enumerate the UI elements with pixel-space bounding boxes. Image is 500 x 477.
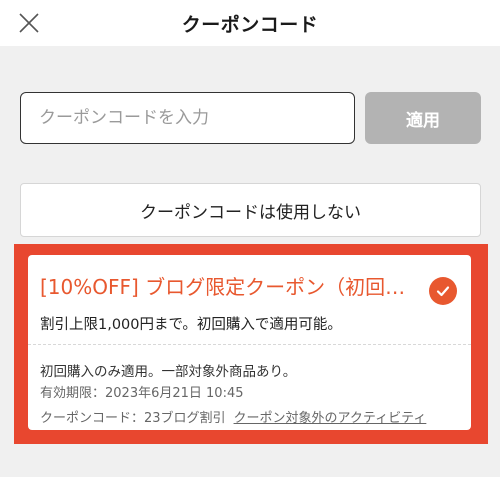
coupon-card-header: [10%OFF] ブログ限定クーポン（初回購入のみ） 割引上限1,000円まで。… — [28, 255, 471, 345]
coupon-code-input[interactable] — [20, 92, 355, 144]
coupon-code-row: クーポンコード：23ブログ割引 クーポン対象外のアクティビティ — [40, 407, 426, 426]
no-coupon-button[interactable]: クーポンコードは使用しない — [20, 183, 481, 237]
close-icon — [19, 13, 39, 33]
close-button[interactable] — [12, 6, 46, 40]
coupon-card[interactable]: [10%OFF] ブログ限定クーポン（初回購入のみ） 割引上限1,000円まで。… — [28, 255, 471, 430]
header-bar: クーポンコード — [0, 0, 500, 46]
coupon-summary: 割引上限1,000円まで。初回購入で適用可能。 — [40, 317, 342, 333]
page-title: クーポンコード — [181, 13, 319, 36]
check-circle-icon[interactable] — [429, 277, 457, 305]
coupon-name: [10%OFF] ブログ限定クーポン（初回購入のみ） — [40, 275, 420, 299]
excluded-activities-link[interactable]: クーポン対象外のアクティビティ — [234, 407, 427, 426]
check-mark-icon — [436, 286, 450, 297]
coupon-note: 初回購入のみ適用。一部対象外商品あり。 — [40, 364, 297, 380]
coupon-code-text: クーポンコード：23ブログ割引 — [40, 411, 226, 426]
apply-button[interactable]: 適用 — [365, 92, 481, 144]
coupon-expiry: 有効期限：2023年6月21日 10:45 — [40, 386, 244, 401]
